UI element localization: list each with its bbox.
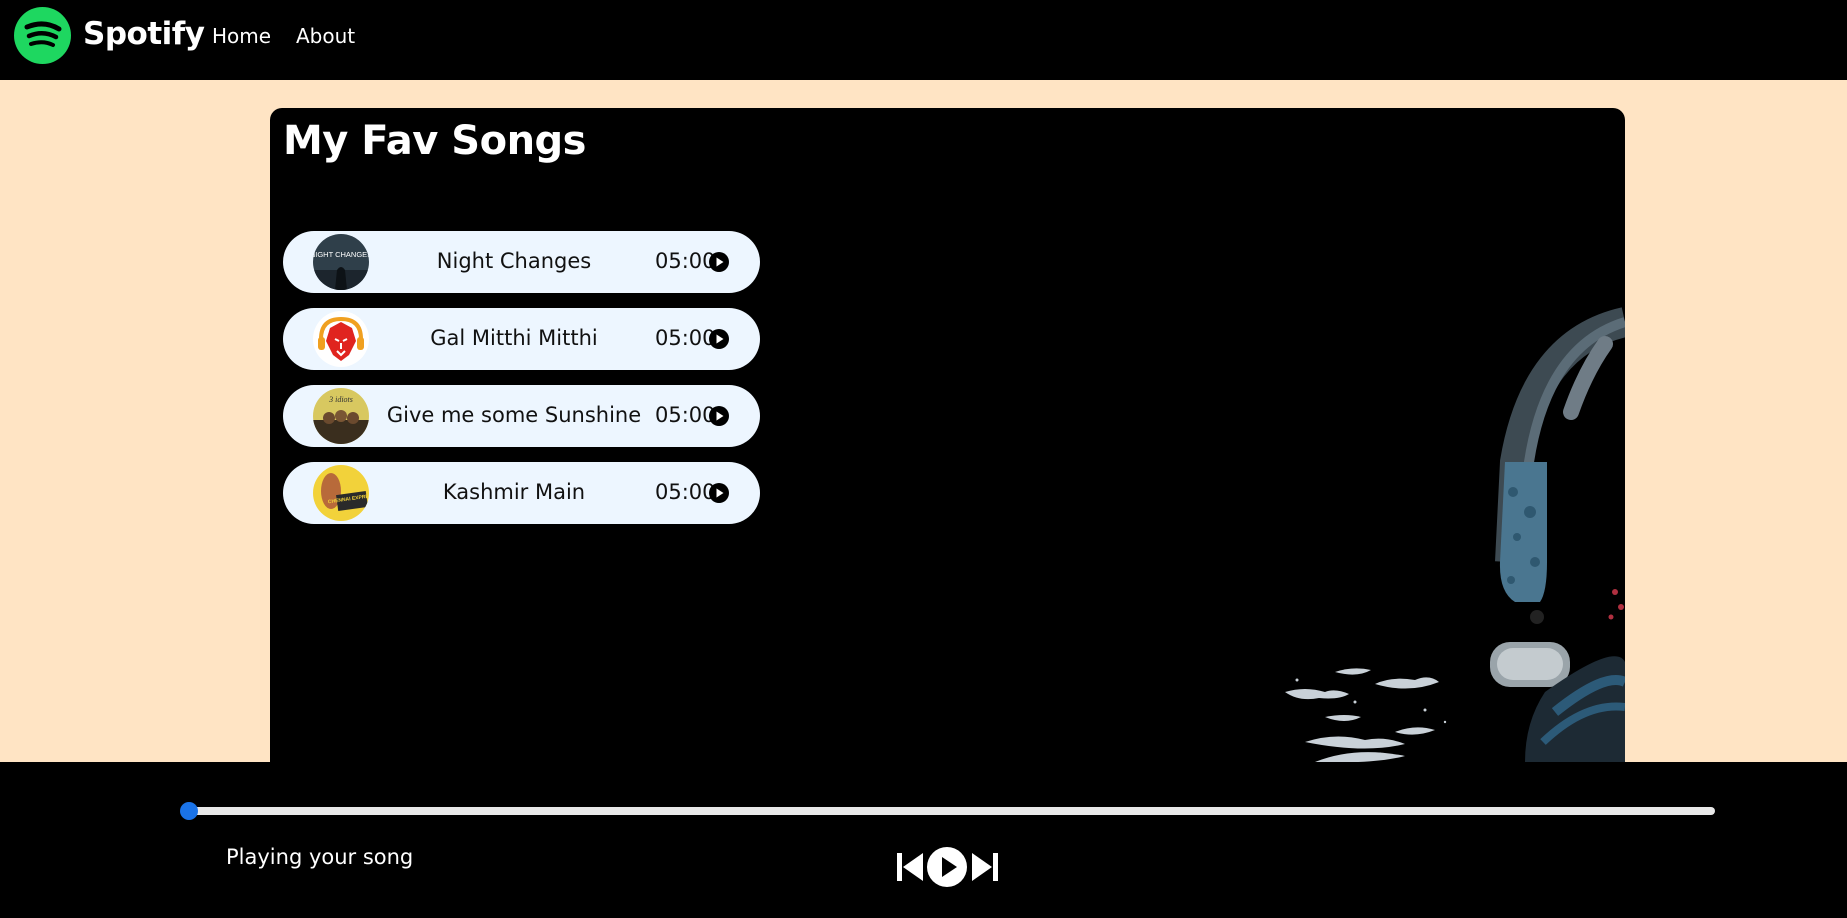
headphones-background-image	[1285, 307, 1625, 762]
song-duration: 05:00	[655, 326, 716, 350]
song-duration: 05:00	[655, 480, 716, 504]
song-play-icon[interactable]	[709, 406, 729, 426]
song-name: Kashmir Main	[442, 480, 586, 504]
play-icon[interactable]	[927, 845, 967, 893]
cover-text: 3 idiots	[328, 395, 353, 404]
song-cover-image: 3 idiots	[313, 388, 369, 444]
song-item[interactable]: Gal Mitthi Mitthi 05:00	[283, 308, 760, 370]
song-name: Give me some Sunshine	[386, 403, 642, 427]
song-cover-image: NIGHT CHANGES	[313, 234, 369, 290]
song-name: Night Changes	[436, 249, 592, 273]
spotify-logo-icon[interactable]	[14, 7, 71, 64]
player-bar: Playing your song	[0, 762, 1847, 918]
nav-link-home[interactable]: Home	[212, 24, 271, 48]
nav-link-about[interactable]: About	[296, 24, 355, 48]
songs-container: My Fav Songs NIGHT CHANGES Night Changes…	[270, 108, 1625, 762]
song-play-icon[interactable]	[709, 483, 729, 503]
song-duration: 05:00	[655, 249, 716, 273]
brand-name: Spotify	[83, 16, 205, 52]
cover-text: NIGHT CHANGES	[313, 250, 369, 259]
song-duration: 05:00	[655, 403, 716, 427]
skip-previous-icon[interactable]	[895, 847, 925, 891]
song-item[interactable]: NIGHT CHANGES Night Changes 05:00	[283, 231, 760, 293]
song-cover-image: CHENNAI EXPRESS	[313, 465, 369, 521]
page-title: My Fav Songs	[283, 118, 586, 164]
song-list: NIGHT CHANGES Night Changes 05:00	[283, 231, 760, 539]
song-name: Gal Mitthi Mitthi	[430, 326, 598, 350]
skip-next-icon[interactable]	[970, 847, 1000, 891]
song-play-icon[interactable]	[709, 329, 729, 349]
song-cover-image	[313, 311, 369, 367]
song-play-icon[interactable]	[709, 252, 729, 272]
progress-slider[interactable]	[188, 807, 1715, 815]
progress-slider-thumb[interactable]	[180, 802, 198, 820]
song-item[interactable]: CHENNAI EXPRESS Kashmir Main 05:00	[283, 462, 760, 524]
player-status-text: Playing your song	[226, 845, 414, 869]
navbar: Spotify Home About	[0, 0, 1847, 80]
song-item[interactable]: 3 idiots Give me some Sunshine 05:00	[283, 385, 760, 447]
